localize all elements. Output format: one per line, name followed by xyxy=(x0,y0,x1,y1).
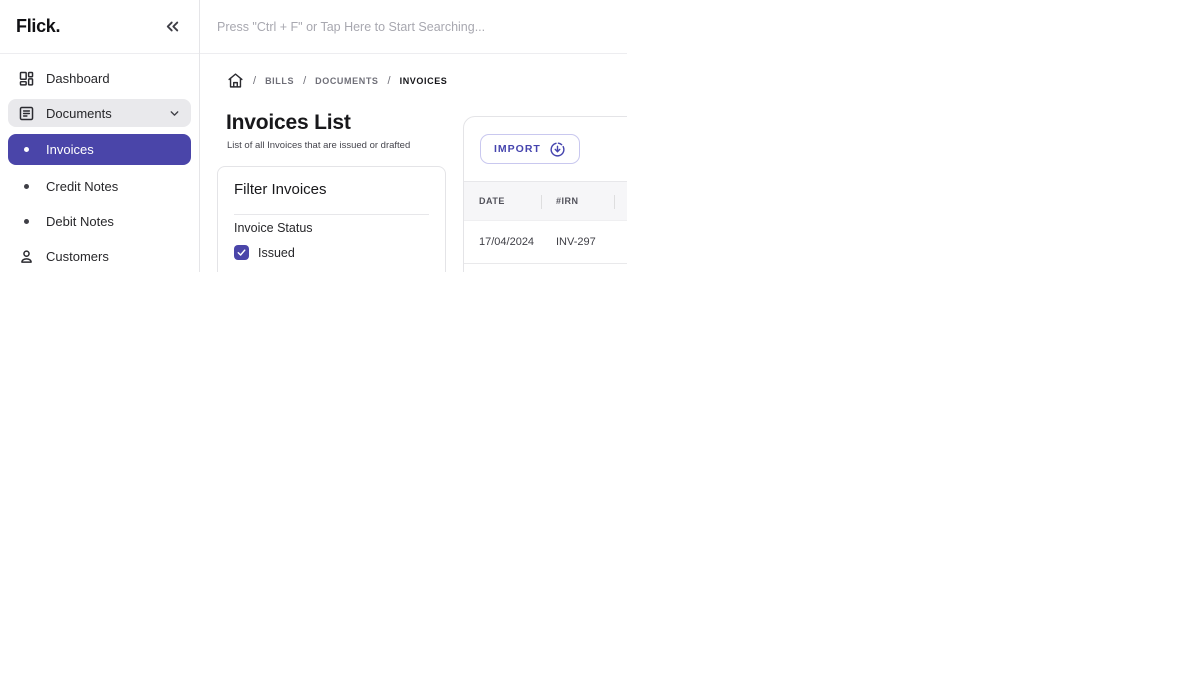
import-download-icon xyxy=(549,141,566,158)
filter-divider xyxy=(234,214,429,215)
documents-icon xyxy=(18,105,35,122)
breadcrumb-separator: / xyxy=(303,75,306,87)
sidebar-item-label: Customers xyxy=(46,249,109,264)
issued-checkbox-row[interactable]: Issued xyxy=(234,245,429,260)
home-icon[interactable] xyxy=(227,72,244,89)
invoice-status-label: Invoice Status xyxy=(234,221,429,235)
breadcrumb-separator: / xyxy=(388,75,391,87)
sidebar-item-label: Documents xyxy=(46,106,112,121)
invoices-table-card: IMPORT DATE #IRN C 17/04/2024 xyxy=(463,116,627,272)
bullet-icon xyxy=(18,178,35,195)
import-button-label: IMPORT xyxy=(494,143,541,155)
sidebar-item-label: Debit Notes xyxy=(46,214,114,229)
sidebar-item-customers[interactable]: Customers xyxy=(8,242,191,270)
sidebar-collapse-button[interactable] xyxy=(161,16,183,38)
sidebar-item-dashboard[interactable]: Dashboard xyxy=(8,64,191,92)
column-header-irn[interactable]: #IRN xyxy=(541,182,614,220)
search-input[interactable]: Press "Ctrl + F" or Tap Here to Start Se… xyxy=(217,20,485,34)
filter-invoices-panel: Filter Invoices Invoice Status Issued xyxy=(217,166,446,272)
sidebar-item-debit-notes[interactable]: Debit Notes xyxy=(8,207,191,235)
sidebar-header: Flick. xyxy=(0,0,199,54)
breadcrumb-item-documents[interactable]: DOCUMENTS xyxy=(315,76,378,86)
table-header-row: DATE #IRN C xyxy=(464,181,627,221)
breadcrumb-separator: / xyxy=(253,75,256,87)
breadcrumb: / BILLS / DOCUMENTS / INVOICES xyxy=(227,72,447,89)
check-icon xyxy=(236,247,247,258)
cell-date: 17/04/2024 xyxy=(464,221,541,263)
breadcrumb-item-invoices: INVOICES xyxy=(400,76,448,86)
bullet-icon xyxy=(18,141,35,158)
issued-checkbox-label: Issued xyxy=(258,246,295,260)
user-icon xyxy=(18,248,35,265)
top-search-bar: Press "Ctrl + F" or Tap Here to Start Se… xyxy=(200,0,627,54)
sidebar-item-label: Credit Notes xyxy=(46,179,118,194)
column-header-customer[interactable]: C xyxy=(614,182,627,220)
sidebar-item-documents[interactable]: Documents xyxy=(8,99,191,127)
sidebar: Flick. Dashboa xyxy=(0,0,200,272)
sidebar-item-label: Invoices xyxy=(46,142,94,157)
filter-panel-title: Filter Invoices xyxy=(234,181,429,198)
page-subtitle: List of all Invoices that are issued or … xyxy=(227,140,410,151)
chevrons-left-icon xyxy=(163,17,182,36)
bullet-icon xyxy=(18,213,35,230)
sidebar-item-invoices[interactable]: Invoices xyxy=(8,134,191,165)
sidebar-nav: Dashboard Documents xyxy=(0,54,199,270)
app-viewport: Flick. Dashboa xyxy=(0,0,627,272)
chevron-down-icon xyxy=(168,107,181,120)
sidebar-item-label: Dashboard xyxy=(46,71,110,86)
table-toolbar: IMPORT xyxy=(464,117,627,181)
app-logo: Flick. xyxy=(16,16,60,37)
cell-customer: V xyxy=(614,221,627,263)
table-row[interactable]: 17/04/2024 INV-297 V xyxy=(464,221,627,264)
content-column: Press "Ctrl + F" or Tap Here to Start Se… xyxy=(200,0,627,272)
column-header-date[interactable]: DATE xyxy=(464,182,541,220)
cell-irn: INV-297 xyxy=(541,221,614,263)
page-title: Invoices List xyxy=(226,111,351,135)
import-button[interactable]: IMPORT xyxy=(480,134,580,164)
issued-checkbox[interactable] xyxy=(234,245,249,260)
dashboard-icon xyxy=(18,70,35,87)
breadcrumb-item-bills[interactable]: BILLS xyxy=(265,76,294,86)
sidebar-item-credit-notes[interactable]: Credit Notes xyxy=(8,172,191,200)
